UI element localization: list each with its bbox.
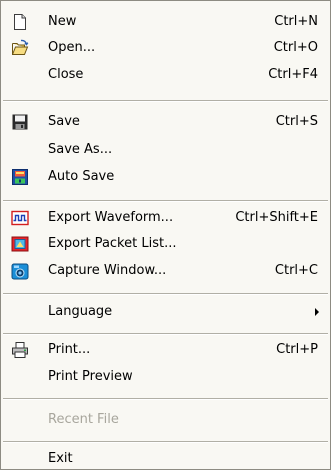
menu-item-save[interactable]: Save Ctrl+S (3, 110, 328, 134)
menu-item-shortcut: Ctrl+F4 (268, 67, 318, 82)
menu-item-label: Exit (48, 451, 73, 466)
menu-item-new[interactable]: New Ctrl+N (3, 10, 328, 34)
menu-item-shortcut: Ctrl+N (274, 14, 318, 29)
menu-item-exit[interactable]: Exit (3, 447, 328, 471)
menu-item-save-as[interactable]: Save As... (3, 138, 328, 162)
menu-item-shortcut: Ctrl+P (276, 342, 318, 357)
menu-item-capture-window[interactable]: Capture Window... Ctrl+C (3, 259, 328, 283)
new-document-icon (11, 13, 29, 31)
camera-icon (11, 262, 29, 280)
open-folder-icon (11, 39, 29, 57)
auto-save-icon (11, 168, 29, 186)
menu-item-label: Save As... (48, 142, 113, 157)
packet-list-icon (11, 235, 29, 253)
menu-item-label: Save (48, 114, 80, 129)
menu-item-print-preview[interactable]: Print Preview (3, 365, 328, 389)
menu-item-label: New (48, 14, 77, 29)
menu-item-label: Language (48, 304, 113, 319)
menu-separator (3, 441, 328, 443)
menu-separator (3, 200, 328, 202)
menu-separator (3, 398, 328, 400)
menu-item-label: Auto Save (48, 169, 115, 184)
menu-item-print[interactable]: Print... Ctrl+P (3, 338, 328, 362)
menu-item-export-waveform[interactable]: Export Waveform... Ctrl+Shift+E (3, 206, 328, 230)
menu-item-label: Print Preview (48, 369, 133, 384)
menu-item-shortcut: Ctrl+O (273, 40, 318, 55)
menu-item-label: Export Waveform... (48, 210, 174, 225)
menu-item-export-packet-list[interactable]: Export Packet List... (3, 232, 328, 256)
waveform-icon (11, 209, 29, 227)
menu-separator (3, 293, 328, 295)
menu-item-label: Recent File (48, 412, 119, 427)
menu-item-label: Close (48, 67, 84, 82)
menu-item-close[interactable]: Close Ctrl+F4 (3, 63, 328, 87)
floppy-disk-icon (11, 113, 29, 131)
menu-item-recent-file: Recent File (3, 408, 328, 432)
menu-item-label: Export Packet List... (48, 236, 177, 251)
menu-item-label: Capture Window... (48, 263, 167, 278)
menu-separator (3, 333, 328, 335)
menu-item-open[interactable]: Open... Ctrl+O (3, 36, 328, 60)
menu-item-shortcut: Ctrl+Shift+E (235, 210, 318, 225)
menu-item-auto-save[interactable]: Auto Save (3, 165, 328, 189)
file-menu: New Ctrl+N Open... Ctrl+O Close Ctrl+F4 (0, 0, 331, 470)
menu-separator (3, 100, 328, 102)
menu-item-language[interactable]: Language (3, 300, 328, 324)
menu-item-shortcut: Ctrl+S (275, 114, 318, 129)
menu-item-label: Open... (48, 40, 96, 55)
menu-item-shortcut: Ctrl+C (274, 263, 318, 278)
menu-item-label: Print... (48, 342, 91, 357)
printer-icon (11, 341, 29, 359)
submenu-arrow-icon (315, 308, 319, 316)
